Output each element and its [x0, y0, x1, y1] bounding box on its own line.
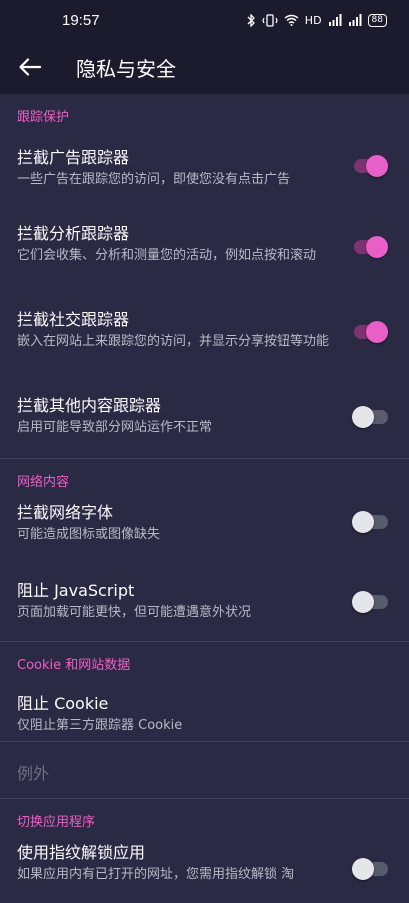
setting-title: 拦截社交跟踪器 [17, 310, 130, 329]
toggle-javascript[interactable] [352, 589, 388, 615]
setting-title: 使用指纹解锁应用 [17, 843, 146, 862]
setting-subtitle: 嵌入在网站上来跟踪您的访问，并显示分享按钮等功能 [17, 334, 330, 349]
section-header-switch-apps: 切换应用程序 [17, 815, 96, 830]
setting-subtitle: 如果应用内有已打开的网址，您需用指纹解锁 淘 [17, 867, 295, 882]
toggle-other-trackers[interactable] [352, 404, 388, 430]
section-header-network: 网络内容 [17, 475, 70, 490]
exceptions-item[interactable]: 例外 [0, 742, 409, 798]
signal-icon [328, 14, 342, 26]
setting-title: 阻止 JavaScript [17, 581, 135, 600]
toggle-fingerprint-unlock[interactable] [352, 856, 388, 882]
back-button[interactable] [16, 53, 44, 81]
toggle-web-fonts[interactable] [352, 509, 388, 535]
section-header-tracking: 跟踪保护 [17, 110, 70, 125]
setting-title: 拦截其他内容跟踪器 [17, 396, 162, 415]
settings-list: 跟踪保护 拦截广告跟踪器 一些广告在跟踪您的访问，即使您没有点击广告 拦截分析跟… [0, 94, 409, 903]
setting-block-cookies[interactable]: 阻止 Cookie 仅阻止第三方跟踪器 Cookie [0, 686, 409, 741]
setting-block-analytics-trackers[interactable]: 拦截分析跟踪器 它们会收集、分析和测量您的活动，例如点按和滚动 [0, 214, 409, 310]
status-time: 19:57 [62, 11, 100, 29]
signal-icon [348, 14, 362, 26]
setting-subtitle: 启用可能导致部分网站运作不正常 [17, 420, 213, 435]
toggle-social-trackers[interactable] [354, 319, 388, 345]
setting-subtitle: 仅阻止第三方跟踪器 Cookie [17, 718, 183, 733]
setting-subtitle: 页面加载可能更快，但可能遭遇意外状况 [17, 605, 252, 620]
vibrate-icon [262, 13, 278, 27]
network-type-label: HD [304, 13, 322, 27]
setting-block-ad-trackers[interactable]: 拦截广告跟踪器 一些广告在跟踪您的访问，即使您没有点击广告 [0, 138, 409, 214]
arrow-left-icon [19, 58, 41, 76]
status-bar: 19:57 HD 88 [0, 0, 409, 40]
setting-subtitle: 它们会收集、分析和测量您的活动，例如点按和滚动 [17, 248, 317, 263]
toggle-analytics-trackers[interactable] [354, 234, 388, 260]
setting-title: 拦截网络字体 [17, 503, 114, 522]
setting-title: 阻止 Cookie [17, 694, 109, 713]
setting-block-web-fonts[interactable]: 拦截网络字体 可能造成图标或图像缺失 [0, 503, 409, 581]
status-icons: HD 88 [246, 13, 387, 27]
page-title: 隐私与安全 [76, 58, 176, 81]
toggle-ad-trackers[interactable] [354, 153, 388, 179]
setting-block-social-trackers[interactable]: 拦截社交跟踪器 嵌入在网站上来跟踪您的访问，并显示分享按钮等功能 [0, 310, 409, 396]
wifi-icon [284, 14, 299, 26]
app-bar: 隐私与安全 [0, 40, 409, 94]
setting-block-fingerprint-unlock[interactable]: 使用指纹解锁应用 如果应用内有已打开的网址，您需用指纹解锁 淘 [0, 843, 409, 903]
setting-block-javascript[interactable]: 阻止 JavaScript 页面加载可能更快，但可能遭遇意外状况 [0, 581, 409, 641]
setting-subtitle: 可能造成图标或图像缺失 [17, 527, 161, 542]
setting-block-other-trackers[interactable]: 拦截其他内容跟踪器 启用可能导致部分网站运作不正常 [0, 396, 409, 458]
section-header-cookie: Cookie 和网站数据 [17, 658, 131, 673]
setting-subtitle: 一些广告在跟踪您的访问，即使您没有点击广告 [17, 172, 291, 187]
setting-title: 拦截广告跟踪器 [17, 148, 130, 167]
setting-title: 拦截分析跟踪器 [17, 224, 130, 243]
battery-icon: 88 [367, 13, 387, 27]
bluetooth-icon [247, 13, 255, 27]
